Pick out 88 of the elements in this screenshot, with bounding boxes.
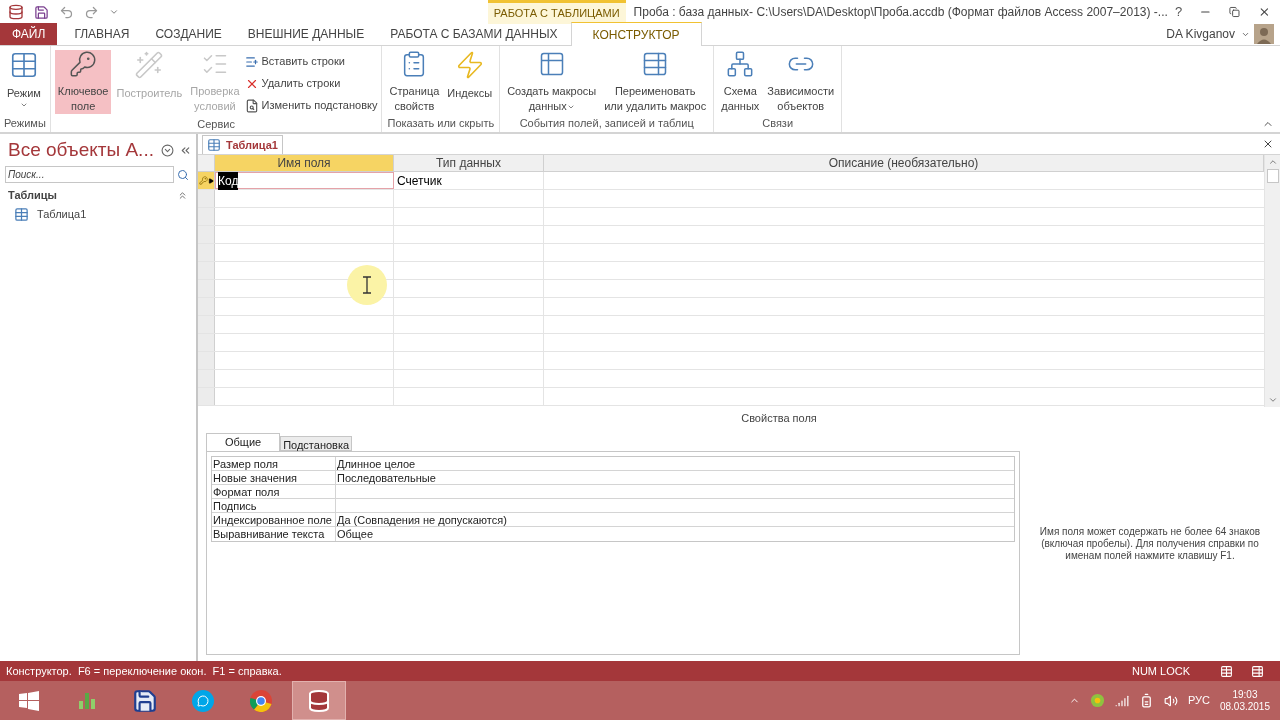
undo-icon[interactable] — [59, 4, 74, 20]
scroll-thumb[interactable] — [1266, 169, 1279, 183]
property-label: Индексированное поле — [212, 512, 336, 526]
redo-icon[interactable] — [84, 4, 99, 20]
ribbon-button[interactable]: Удалить строки — [244, 73, 378, 94]
menu-tab[interactable]: КОНСТРУКТОР — [570, 22, 702, 46]
ribbon-button[interactable]: Режим — [4, 50, 44, 114]
property-label: Формат поля — [212, 484, 336, 498]
pane-title: Все объекты А... — [8, 137, 155, 162]
num-lock-indicator: NUM LOCK — [1131, 663, 1190, 679]
wand-icon — [134, 50, 165, 80]
nav-item[interactable]: Таблица1 — [0, 204, 196, 224]
search-field[interactable]: Поиск... — [5, 166, 174, 183]
status-text: Конструктор. F6 = переключение окон. F1 = справка. — [6, 663, 283, 679]
column-header[interactable]: Имя поля — [215, 155, 394, 171]
database-app-icon — [307, 688, 331, 713]
row-selector[interactable] — [198, 172, 215, 189]
ribbon-button[interactable]: Индексы — [444, 50, 496, 114]
scroll-down-icon[interactable] — [1267, 395, 1278, 405]
taskbar-button[interactable] — [292, 681, 346, 720]
clock-date: 08.03.2015 — [1219, 700, 1270, 713]
property-label: Подпись — [212, 498, 336, 512]
menu-tab[interactable]: ГЛАВНАЯ — [61, 23, 143, 45]
menu-tab[interactable]: ВНЕШНИЕ ДАННЫЕ — [234, 23, 378, 45]
section-caption: Свойства поля — [741, 411, 817, 426]
document-tab[interactable]: Таблица1 — [202, 135, 283, 154]
clock-time: 19:03 — [1232, 688, 1258, 701]
close-icon[interactable] — [1258, 5, 1271, 19]
current-row-icon — [207, 177, 214, 184]
cursor-highlight — [347, 265, 387, 305]
ribbon-button[interactable]: Схема данных — [718, 50, 763, 114]
property-value[interactable]: Последовательные — [336, 470, 1014, 484]
table-cell[interactable]: Счетчик — [394, 172, 544, 189]
ribbon-button[interactable]: Переименовать или удалить макрос — [601, 50, 710, 114]
scroll-up-icon[interactable] — [1267, 157, 1278, 167]
property-label: Выравнивание текста — [212, 526, 336, 541]
collapse-group-icon[interactable] — [177, 190, 188, 201]
help-text: Имя поля может содержать не более 64 знаков (включая пробелы). Для получения справки по именам полей нажмите клавишу F1. — [1038, 525, 1262, 562]
dropdown-icon[interactable] — [161, 143, 174, 157]
ribbon-button[interactable]: Ключевое поле — [54, 50, 112, 114]
group-label: Связи — [761, 115, 795, 131]
menu-tab[interactable]: РАБОТА С БАЗАМИ ДАННЫХ — [377, 23, 571, 45]
ribbon-button[interactable]: Страница свойств — [386, 50, 443, 114]
context-tab-label: РАБОТА С ТАБЛИЦАМИ — [487, 0, 626, 24]
group-label: Режимы — [4, 115, 46, 131]
ribbon-button[interactable]: Вставить строки — [244, 51, 378, 72]
insert-rows-icon — [244, 54, 259, 69]
tray-app-icon[interactable] — [1089, 693, 1105, 708]
avatar-icon — [1254, 24, 1274, 44]
chat-icon — [191, 688, 215, 713]
ribbon-button[interactable]: Изменить подстановку — [244, 95, 378, 116]
ribbon-button[interactable]: Создать макросы данных — [504, 50, 600, 114]
column-header[interactable]: Тип данных — [394, 155, 544, 171]
window-title: Проба : база данных- C:\Users\DA\Desktop\Проба.accdb (Формат файлов Access 2007–2013) -... — [633, 4, 1168, 21]
group-label: События полей, записей и таблиц — [518, 115, 695, 131]
scrollbar[interactable] — [1264, 155, 1280, 407]
volume-icon[interactable] — [1163, 693, 1178, 708]
property-value[interactable]: Да (Совпадения не допускаются) — [336, 512, 1014, 526]
table-icon — [207, 138, 221, 152]
help-button[interactable]: ? — [1167, 2, 1190, 22]
ribbon-button[interactable]: Зависимости объектов — [764, 50, 838, 114]
windows-logo-icon — [19, 690, 39, 711]
browser-icon — [249, 688, 273, 713]
property-tab[interactable]: Подстановка — [280, 435, 353, 451]
property-tab[interactable]: Общие — [206, 432, 281, 451]
key-icon — [198, 176, 208, 185]
network-icon[interactable] — [1114, 693, 1129, 708]
property-label: Новые значения — [212, 470, 336, 484]
group-label: Показать или скрыть — [386, 115, 496, 131]
language-indicator[interactable]: РУС — [1187, 692, 1210, 709]
save-icon[interactable] — [34, 4, 49, 20]
table-icon — [14, 206, 29, 222]
menu-tab[interactable]: СОЗДАНИЕ — [142, 23, 235, 45]
search-icon[interactable] — [177, 168, 189, 181]
close-document-icon[interactable] — [1262, 138, 1274, 150]
customize-toolbar-icon[interactable] — [109, 7, 119, 17]
lookup-icon — [244, 98, 259, 113]
design-view-icon[interactable] — [1251, 664, 1264, 678]
datasheet-view-icon[interactable] — [1220, 664, 1233, 678]
user-menu[interactable]: DA Kivganov — [1166, 23, 1250, 45]
property-value[interactable]: Общее — [336, 526, 1014, 541]
property-label: Размер поля — [212, 456, 336, 470]
group-header[interactable]: Таблицы — [8, 187, 177, 204]
group-label: Сервис — [196, 117, 236, 132]
restore-icon[interactable] — [1229, 6, 1241, 18]
property-value[interactable]: Длинное целое — [336, 456, 1014, 470]
menu-tab[interactable]: ФАЙЛ — [0, 23, 58, 45]
app-icon — [8, 4, 24, 20]
